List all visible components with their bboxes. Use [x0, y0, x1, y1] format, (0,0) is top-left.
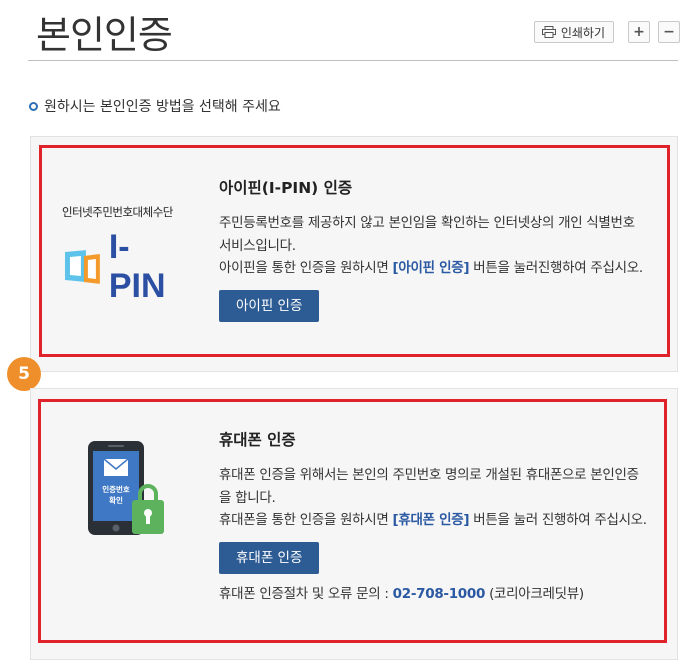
ipin-symbol-icon	[64, 250, 100, 284]
phone-auth-button[interactable]: 휴대폰 인증	[219, 541, 320, 574]
printer-icon	[541, 26, 556, 38]
phone-icon-label-1: 인증번호	[102, 484, 130, 494]
ipin-inline-link: [아이핀 인증]	[392, 260, 470, 276]
instruction: 원하시는 본인인증 방법을 선택해 주세요	[29, 96, 281, 116]
ipin-instruction: 아이핀을 통한 인증을 원하시면 [아이핀 인증] 버튼을 눌러진행하여 주십시…	[219, 260, 643, 276]
step-badge: 5	[7, 357, 41, 391]
ipin-auth-button[interactable]: 아이핀 인증	[219, 289, 320, 322]
phone-heading: 휴대폰 인증	[219, 431, 296, 449]
zoom-out-button[interactable]: −	[658, 21, 680, 43]
ipin-logo-caption: 인터넷주민번호대체수단	[62, 205, 173, 219]
phone-description: 휴대폰 인증을 위해서는 본인의 주민번호 명의로 개설된 휴대폰으로 본인인증…	[219, 467, 639, 506]
phone-contact: 휴대폰 인증절차 및 오류 문의 : 02-708-1000 (코리아크레딧뷰)	[219, 585, 584, 602]
mobile-lock-icon: 인증번호 확인	[88, 441, 164, 535]
ipin-heading: 아이핀(I-PIN) 인증	[219, 179, 353, 197]
phone-content: 휴대폰 인증 휴대폰 인증을 위해서는 본인의 주민번호 명의로 개설된 휴대폰…	[219, 428, 649, 602]
print-button-label: 인쇄하기	[560, 25, 605, 40]
zoom-in-button[interactable]: +	[628, 21, 650, 43]
phone-logo: 인증번호 확인	[88, 439, 172, 539]
phone-contact-number: 02-708-1000	[392, 585, 486, 602]
phone-instruction: 휴대폰을 통한 인증을 원하시면 [휴대폰 인증] 버튼을 눌러 진행하여 주십…	[219, 512, 647, 528]
ipin-logo: 인터넷주민번호대체수단 I-PIN	[62, 204, 186, 306]
title-divider	[28, 60, 678, 61]
phone-icon-label-2: 확인	[109, 495, 123, 505]
print-button[interactable]: 인쇄하기	[533, 21, 614, 43]
toolbar: 인쇄하기 + −	[533, 21, 680, 43]
instruction-text: 원하시는 본인인증 방법을 선택해 주세요	[44, 99, 281, 115]
ipin-logo-text: I-PIN	[108, 228, 166, 305]
ipin-description: 주민등록번호를 제공하지 않고 본인임을 확인하는 인터넷상의 개인 식별번호 …	[219, 215, 635, 254]
bullet-icon	[29, 101, 38, 111]
ipin-content: 아이핀(I-PIN) 인증 주민등록번호를 제공하지 않고 본인임을 확인하는 …	[219, 176, 649, 322]
phone-inline-link: [휴대폰 인증]	[392, 512, 470, 528]
page-title: 본인인증	[36, 13, 173, 57]
